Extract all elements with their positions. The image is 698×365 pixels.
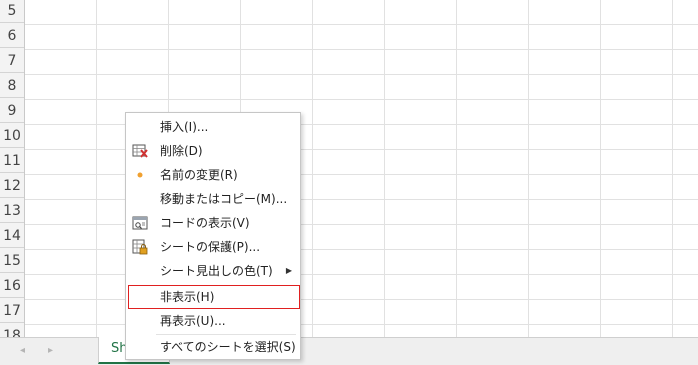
menu-item-label: 再表示(U)... — [160, 314, 226, 328]
menu-item-tab-color[interactable]: シート見出しの色(T) ▶ — [126, 259, 300, 283]
gridline — [384, 0, 385, 337]
menu-item-label: すべてのシートを選択(S) — [160, 340, 296, 354]
menu-item-label: 名前の変更(R) — [160, 168, 238, 182]
gridline — [312, 0, 313, 337]
row-header[interactable]: 13 — [0, 199, 24, 223]
row-header[interactable]: 14 — [0, 224, 24, 248]
menu-item-label: 移動またはコピー(M)... — [160, 192, 288, 206]
menu-item-unhide[interactable]: 再表示(U)... — [126, 309, 300, 333]
row-header[interactable]: 10 — [0, 124, 24, 148]
gridline — [25, 74, 698, 75]
menu-item-label: シートの保護(P)... — [160, 240, 261, 254]
row-headers: 5 6 7 8 9 10 11 12 13 14 15 16 17 18 — [0, 0, 25, 337]
gridline — [456, 0, 457, 337]
row-header[interactable]: 16 — [0, 274, 24, 298]
gridline — [96, 0, 97, 337]
gridline — [528, 0, 529, 337]
sheet-tab-context-menu: 挿入(I)... 削除(D) 名前の変更(R) 移動またはコピー(M)... コ… — [125, 112, 301, 360]
row-header[interactable]: 7 — [0, 49, 24, 73]
row-header[interactable]: 5 — [0, 0, 24, 23]
row-header[interactable]: 18 — [0, 324, 24, 337]
view-code-icon — [132, 215, 148, 231]
spreadsheet-grid[interactable]: 5 6 7 8 9 10 11 12 13 14 15 16 17 18 — [0, 0, 698, 337]
gridline — [672, 0, 673, 337]
protect-sheet-icon — [132, 239, 148, 255]
menu-item-rename[interactable]: 名前の変更(R) — [126, 163, 300, 187]
row-header[interactable]: 12 — [0, 174, 24, 198]
row-header[interactable]: 17 — [0, 299, 24, 323]
gridline — [25, 24, 698, 25]
gridline — [600, 0, 601, 337]
dot-icon — [132, 167, 148, 183]
menu-item-label: コードの表示(V) — [160, 216, 250, 230]
row-header[interactable]: 9 — [0, 99, 24, 123]
menu-item-hide[interactable]: 非表示(H) — [126, 285, 300, 309]
gridline — [25, 99, 698, 100]
menu-item-protect-sheet[interactable]: シートの保護(P)... — [126, 235, 300, 259]
menu-item-label: 挿入(I)... — [160, 120, 209, 134]
menu-item-label: 削除(D) — [160, 144, 203, 158]
tab-scroll-right-icon[interactable]: ▸ — [48, 345, 53, 356]
submenu-arrow-icon: ▶ — [285, 266, 292, 275]
row-header[interactable]: 15 — [0, 249, 24, 273]
menu-item-move-or-copy[interactable]: 移動またはコピー(M)... — [126, 187, 300, 211]
menu-item-view-code[interactable]: コードの表示(V) — [126, 211, 300, 235]
menu-item-label: 非表示(H) — [160, 290, 215, 304]
menu-item-select-all-sheets[interactable]: すべてのシートを選択(S) — [126, 335, 300, 359]
sheet-tab-bar: ◂ ▸ Sh — [0, 337, 698, 365]
gridline — [25, 49, 698, 50]
menu-item-label: シート見出しの色(T) — [160, 264, 273, 278]
delete-sheet-icon — [132, 143, 148, 159]
row-header[interactable]: 8 — [0, 74, 24, 98]
tab-scroll-left-icon[interactable]: ◂ — [20, 345, 25, 356]
row-header[interactable]: 11 — [0, 149, 24, 173]
row-header[interactable]: 6 — [0, 24, 24, 48]
menu-item-insert[interactable]: 挿入(I)... — [126, 115, 300, 139]
menu-item-delete[interactable]: 削除(D) — [126, 139, 300, 163]
